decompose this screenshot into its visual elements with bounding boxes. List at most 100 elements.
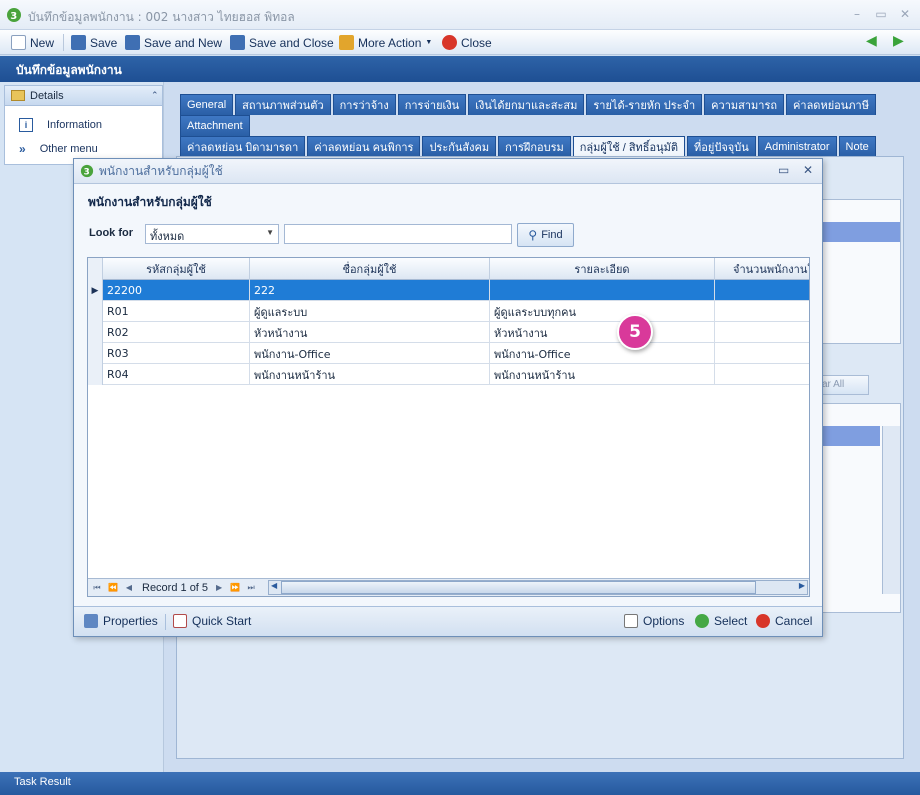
svg-text:3: 3	[84, 168, 90, 178]
cell-group-code: R04	[103, 364, 250, 385]
cell-description: พนักงานหน้าร้าน	[490, 364, 715, 385]
tab-carried-income[interactable]: เงินได้ยกมาและสะสม	[468, 94, 585, 115]
chevron-double-down-icon: »	[19, 142, 26, 156]
table-row[interactable]: R03 พนักงาน-Office พนักงาน-Office	[88, 343, 809, 364]
row-indicator	[88, 364, 103, 385]
cancel-button[interactable]: Cancel	[756, 614, 812, 628]
dropdown-arrow-icon: ▼	[425, 39, 433, 46]
tab-attachment[interactable]: Attachment	[180, 115, 250, 136]
tab-employment[interactable]: การว่าจ้าง	[332, 94, 396, 115]
clear-all-button[interactable]: ar All	[817, 375, 869, 395]
options-icon	[624, 614, 638, 628]
cell-employee-count	[715, 322, 809, 343]
row-selected-arrow-icon: ▶	[88, 280, 103, 301]
first-record-icon[interactable]: ⏮	[90, 581, 104, 595]
cell-group-name: หัวหน้างาน	[250, 322, 490, 343]
previous-record-icon[interactable]: ◀	[122, 581, 136, 595]
collapse-icon[interactable]: ⌃	[151, 90, 159, 101]
background-grid-bottom	[817, 403, 901, 613]
quick-start-button[interactable]: Quick Start	[173, 614, 251, 628]
look-for-dropdown[interactable]: ทั้งหมด ▼	[145, 224, 279, 244]
save-button[interactable]: Save	[71, 34, 117, 51]
dialog-maximize-button[interactable]: ▭	[778, 163, 789, 177]
maximize-button[interactable]: ▭	[872, 6, 890, 22]
tab-note[interactable]: Note	[838, 136, 876, 157]
more-action-button[interactable]: More Action ▼	[339, 34, 432, 51]
chevron-down-icon: ▼	[266, 228, 274, 237]
properties-button[interactable]: Properties	[84, 614, 158, 628]
sidebar-item-other-menu[interactable]: » Other menu	[19, 142, 98, 156]
table-row[interactable]: ▶ 22200 222	[88, 280, 809, 301]
cell-group-name: พนักงาน-Office	[250, 343, 490, 364]
tab-personal-status[interactable]: สถานภาพส่วนตัว	[235, 94, 331, 115]
dialog-close-button[interactable]: ✕	[803, 163, 813, 177]
options-button[interactable]: Options	[624, 614, 684, 628]
table-row[interactable]: R01 ผู้ดูแลระบบ ผู้ดูแลระบบทุกคน	[88, 301, 809, 322]
select-button[interactable]: Select	[695, 614, 747, 628]
background-selected-row	[818, 222, 900, 242]
tab-social-security[interactable]: ประกันสังคม	[422, 136, 497, 157]
scrollbar-thumb[interactable]	[281, 581, 756, 594]
tab-training[interactable]: การฝึกอบรม	[498, 136, 571, 157]
next-page-icon[interactable]: ⏩	[228, 581, 242, 595]
column-header-employee-count[interactable]: จำนวนพนักงานใ	[715, 258, 809, 280]
save-icon	[71, 35, 86, 50]
new-button[interactable]: New	[11, 34, 54, 51]
row-indicator	[88, 322, 103, 343]
last-record-icon[interactable]: ⏭	[244, 581, 258, 595]
tab-general[interactable]: General	[180, 94, 234, 115]
footer-separator	[165, 614, 166, 630]
sidebar-item-information[interactable]: i Information	[19, 118, 102, 132]
cell-group-name: พนักงานหน้าร้าน	[250, 364, 490, 385]
tab-parent-deduction[interactable]: ค่าลดหย่อน บิดามารดา	[180, 136, 306, 157]
row-indicator	[88, 343, 103, 364]
close-button[interactable]: Close	[442, 34, 492, 51]
background-vscroll[interactable]	[882, 426, 900, 594]
tab-income-deduction[interactable]: รายได้-รายหัก ประจำ	[586, 94, 703, 115]
task-result-bar[interactable]: Task Result	[0, 772, 920, 795]
page-title: บันทึกข้อมูลพนักงาน	[0, 56, 920, 82]
table-row[interactable]: R04 พนักงานหน้าร้าน พนักงานหน้าร้าน	[88, 364, 809, 385]
tab-tax-deduction[interactable]: ค่าลดหย่อนภาษี	[786, 94, 876, 115]
cancel-icon	[756, 614, 770, 628]
scroll-right-icon[interactable]: ▶	[799, 581, 805, 590]
cell-description	[490, 280, 715, 301]
search-input[interactable]	[284, 224, 512, 244]
minimize-button[interactable]: –	[848, 6, 866, 22]
cell-group-name: 222	[250, 280, 490, 301]
next-record-icon[interactable]: ▶	[212, 581, 226, 595]
tab-administrator[interactable]: Administrator	[757, 136, 837, 157]
tab-row-1b: Attachment	[180, 115, 252, 136]
column-header-group-code[interactable]: รหัสกลุ่มผู้ใช้	[103, 258, 250, 280]
tab-user-group-approval[interactable]: กลุ่มผู้ใช้ / สิทธิ์อนุมัติ	[572, 136, 686, 157]
app-logo-icon: 3	[80, 164, 94, 178]
scroll-left-icon[interactable]: ◀	[271, 581, 277, 590]
grid-header-indicator	[88, 258, 103, 280]
horizontal-scrollbar[interactable]: ◀ ▶	[268, 580, 808, 595]
details-panel-header[interactable]: Details ⌃	[5, 86, 162, 106]
tab-current-address[interactable]: ที่อยู่ปัจจุบัน	[687, 136, 756, 157]
table-row[interactable]: R02 หัวหน้างาน หัวหน้างาน	[88, 322, 809, 343]
quick-start-icon	[173, 614, 187, 628]
close-window-button[interactable]: ✕	[896, 6, 914, 22]
column-header-group-name[interactable]: ชื่อกลุ่มผู้ใช้	[250, 258, 490, 280]
find-button[interactable]: ⚲ Find	[517, 223, 574, 247]
select-user-group-dialog: 3 พนักงานสำหรับกลุ่มผู้ใช้ ▭ ✕ พนักงานสำ…	[73, 158, 823, 637]
tab-skills[interactable]: ความสามารถ	[704, 94, 785, 115]
cell-group-code: 22200	[103, 280, 250, 301]
forward-arrow-icon[interactable]: ▶	[893, 33, 904, 49]
dialog-heading: พนักงานสำหรับกลุ่มผู้ใช้	[88, 195, 212, 209]
tab-payment[interactable]: การจ่ายเงิน	[397, 94, 467, 115]
back-arrow-icon[interactable]: ◀	[866, 33, 877, 49]
close-icon	[442, 35, 457, 50]
folder-icon	[11, 90, 25, 101]
cell-description: หัวหน้างาน	[490, 322, 715, 343]
column-header-description[interactable]: รายละเอียด	[490, 258, 715, 280]
save-close-icon	[230, 35, 245, 50]
more-action-icon	[339, 35, 354, 50]
tab-disabled-deduction[interactable]: ค่าลดหย่อน คนพิการ	[307, 136, 421, 157]
save-and-new-button[interactable]: Save and New	[125, 34, 222, 51]
app-logo-icon: 3	[7, 8, 21, 22]
previous-page-icon[interactable]: ⏪	[106, 581, 120, 595]
save-and-close-button[interactable]: Save and Close	[230, 34, 334, 51]
